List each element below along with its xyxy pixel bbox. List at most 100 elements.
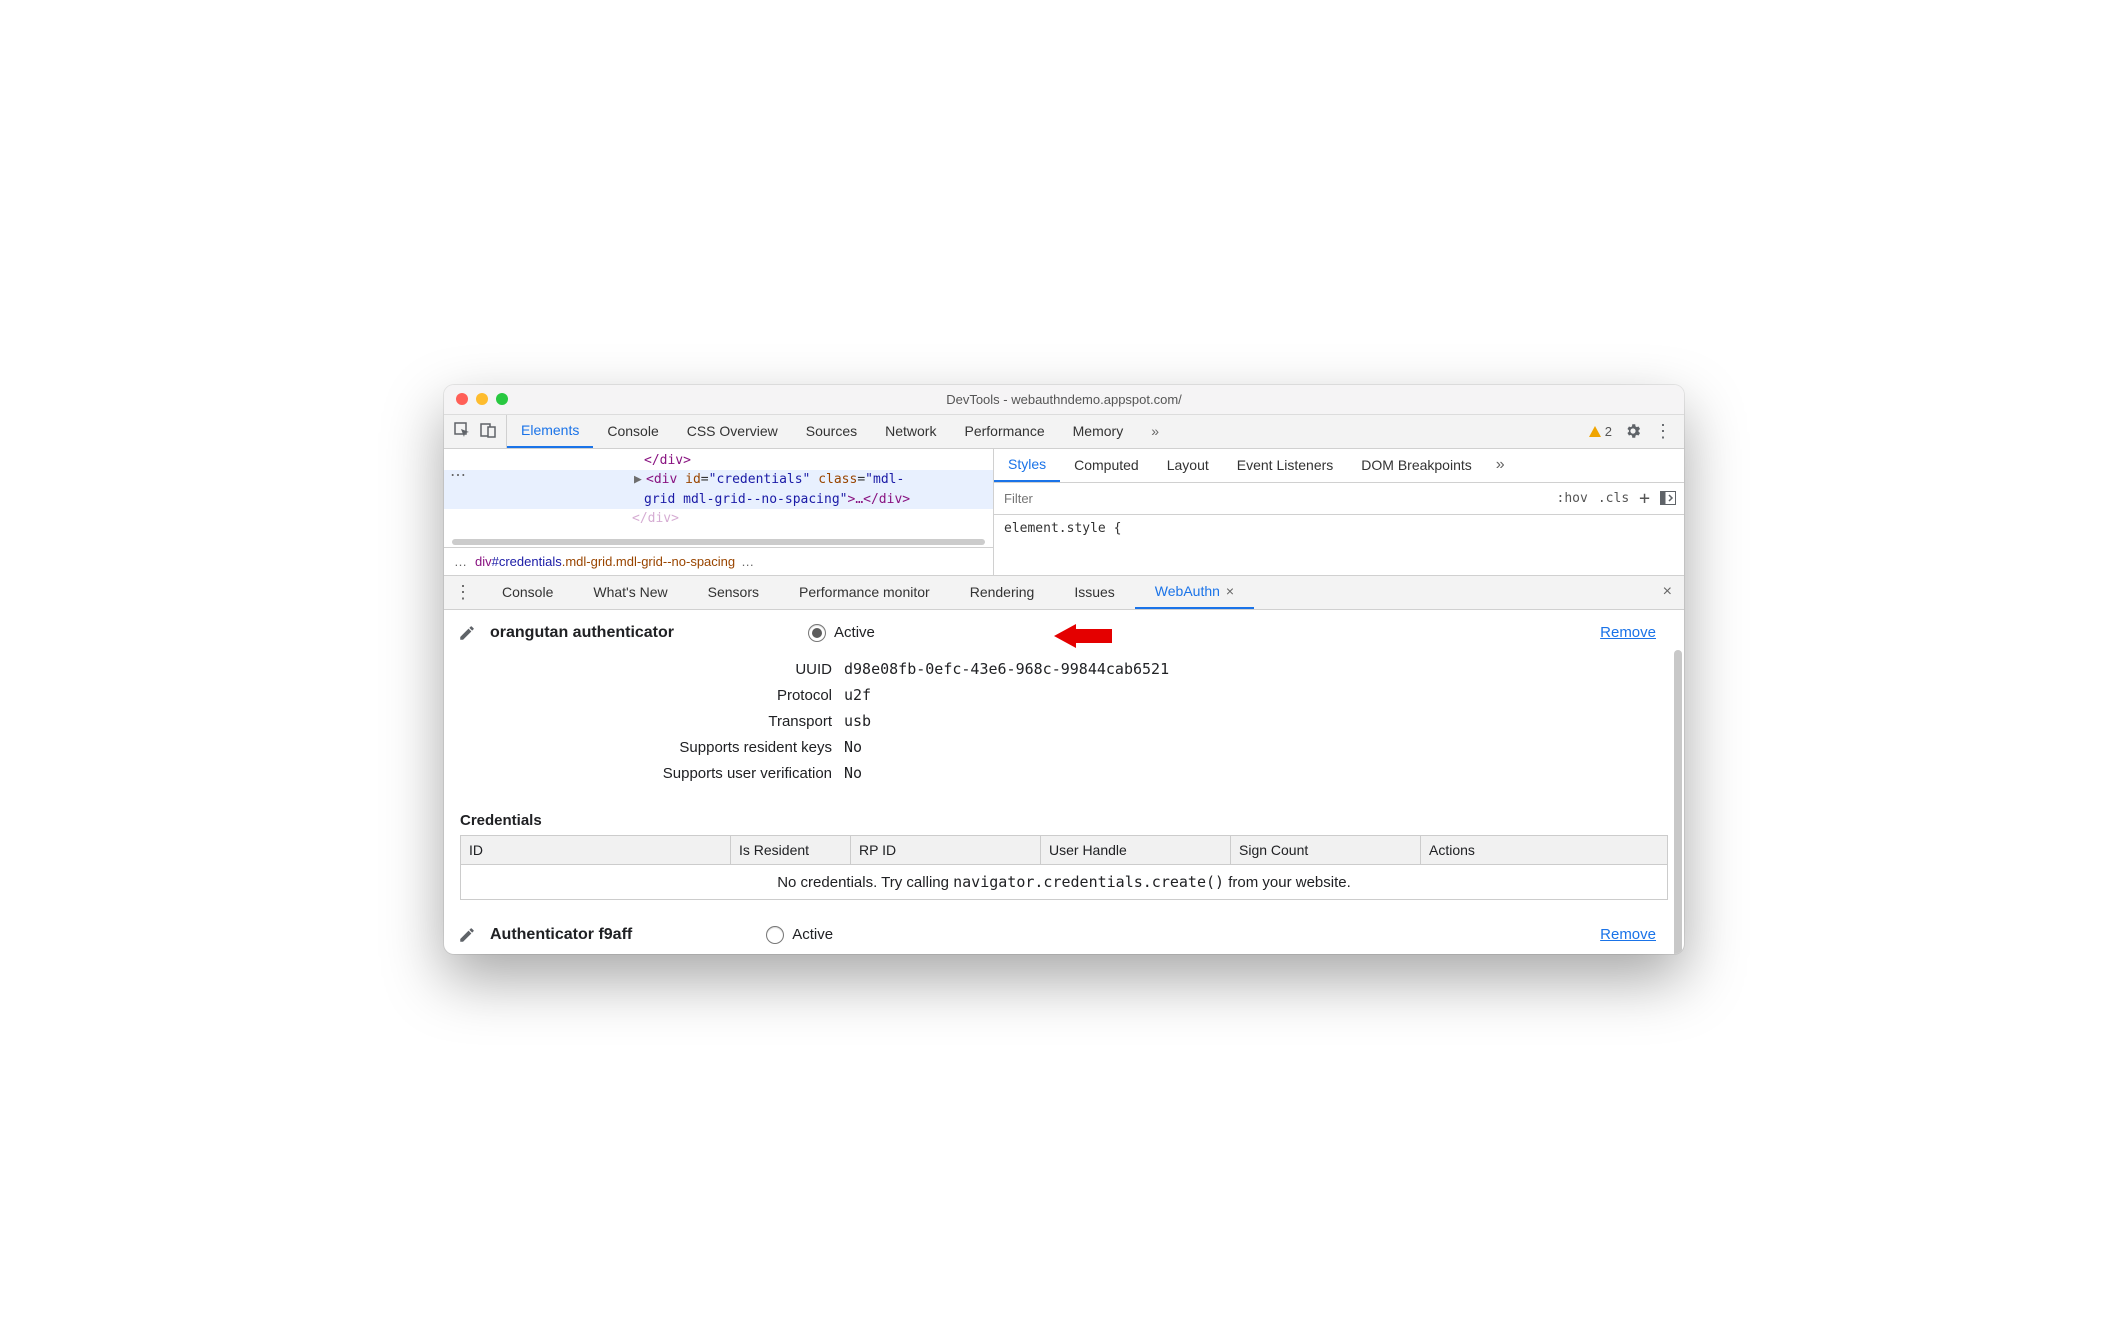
computed-sidebar-icon[interactable] bbox=[1660, 491, 1676, 505]
tab-css-overview[interactable]: CSS Overview bbox=[673, 415, 792, 448]
styles-tab-event-listeners[interactable]: Event Listeners bbox=[1223, 449, 1348, 482]
warning-count: 2 bbox=[1605, 424, 1612, 439]
active-radio[interactable] bbox=[766, 926, 784, 944]
close-drawer-icon[interactable]: × bbox=[1663, 583, 1672, 601]
toolbar-right-controls: 2 ⋮ bbox=[1577, 415, 1684, 448]
credentials-empty-state: No credentials. Try calling navigator.cr… bbox=[461, 865, 1667, 899]
prop-row-resident-keys: Supports resident keys No bbox=[444, 734, 1684, 760]
styles-tab-layout[interactable]: Layout bbox=[1153, 449, 1223, 482]
styles-panel: Styles Computed Layout Event Listeners D… bbox=[994, 449, 1684, 575]
drawer-tabstrip: ⋮ Console What's New Sensors Performance… bbox=[444, 576, 1684, 610]
panels-row: ⋯ </div> ▶<div id="credentials" class="m… bbox=[444, 449, 1684, 576]
styles-filter-row: :hov .cls + bbox=[994, 483, 1684, 515]
drawer-tab-performance-monitor[interactable]: Performance monitor bbox=[779, 576, 950, 609]
kebab-icon[interactable]: ⋮ bbox=[1654, 428, 1672, 434]
col-user-handle[interactable]: User Handle bbox=[1041, 836, 1231, 864]
collapse-icon[interactable]: ⋯ bbox=[450, 465, 468, 485]
drawer-tab-whatsnew[interactable]: What's New bbox=[573, 576, 687, 609]
drawer-tabs: Console What's New Sensors Performance m… bbox=[482, 576, 1254, 609]
tab-performance[interactable]: Performance bbox=[950, 415, 1058, 448]
cls-toggle[interactable]: .cls bbox=[1598, 491, 1629, 506]
prop-value: No bbox=[844, 764, 862, 782]
drawer-tab-rendering[interactable]: Rendering bbox=[950, 576, 1055, 609]
drawer-tab-console[interactable]: Console bbox=[482, 576, 573, 609]
toolbar-left-controls bbox=[444, 415, 507, 448]
prop-row-protocol: Protocol u2f bbox=[444, 682, 1684, 708]
vertical-scrollbar[interactable] bbox=[1674, 650, 1682, 944]
window-title: DevTools - webauthndemo.appspot.com/ bbox=[444, 392, 1684, 407]
webauthn-panel: orangutan authenticator Active Remove UU… bbox=[444, 610, 1684, 954]
annotation-arrow-icon bbox=[1052, 616, 1106, 656]
more-tabs-icon[interactable]: » bbox=[1137, 415, 1173, 448]
tab-network[interactable]: Network bbox=[871, 415, 950, 448]
dom-line: </div> bbox=[644, 453, 691, 468]
more-tabs-icon[interactable]: » bbox=[1486, 456, 1515, 474]
active-radio[interactable] bbox=[808, 624, 826, 642]
col-sign-count[interactable]: Sign Count bbox=[1231, 836, 1421, 864]
pencil-icon[interactable] bbox=[458, 624, 476, 642]
drawer-tab-webauthn-label: WebAuthn bbox=[1155, 583, 1220, 599]
prop-label: UUID bbox=[444, 661, 844, 678]
new-style-rule-icon[interactable]: + bbox=[1639, 488, 1650, 509]
prop-label: Supports resident keys bbox=[444, 739, 844, 756]
col-id[interactable]: ID bbox=[461, 836, 731, 864]
devtools-window: DevTools - webauthndemo.appspot.com/ Ele… bbox=[444, 385, 1684, 954]
prop-value: d98e08fb-0efc-43e6-968c-99844cab6521 bbox=[844, 660, 1169, 678]
credentials-table-header: ID Is Resident RP ID User Handle Sign Co… bbox=[461, 836, 1667, 865]
breadcrumb-ellipsis-end[interactable]: … bbox=[741, 554, 756, 569]
credentials-heading: Credentials bbox=[444, 804, 1684, 835]
elements-panel: ⋯ </div> ▶<div id="credentials" class="m… bbox=[444, 449, 994, 575]
col-rp-id[interactable]: RP ID bbox=[851, 836, 1041, 864]
authenticator-name: Authenticator f9aff bbox=[490, 926, 632, 944]
prop-value: No bbox=[844, 738, 862, 756]
tab-console[interactable]: Console bbox=[593, 415, 672, 448]
tab-memory[interactable]: Memory bbox=[1059, 415, 1138, 448]
prop-label: Protocol bbox=[444, 687, 844, 704]
active-label: Active bbox=[792, 926, 833, 943]
tab-sources[interactable]: Sources bbox=[792, 415, 871, 448]
breadcrumb[interactable]: … div#credentials.mdl-grid.mdl-grid--no-… bbox=[444, 547, 993, 575]
col-actions[interactable]: Actions bbox=[1421, 836, 1667, 864]
prop-label: Transport bbox=[444, 713, 844, 730]
styles-tab-styles[interactable]: Styles bbox=[994, 449, 1060, 482]
close-tab-icon[interactable]: × bbox=[1226, 583, 1234, 599]
style-rule[interactable]: element.style { bbox=[994, 515, 1684, 542]
prop-value: usb bbox=[844, 712, 871, 730]
dom-tree[interactable]: </div> ▶<div id="credentials" class="mdl… bbox=[444, 449, 993, 537]
dom-line-faded: </div> bbox=[632, 511, 679, 526]
authenticator-name: orangutan authenticator bbox=[490, 624, 674, 642]
drawer-tab-webauthn[interactable]: WebAuthn × bbox=[1135, 576, 1254, 609]
gear-icon[interactable] bbox=[1624, 422, 1642, 440]
prop-value: u2f bbox=[844, 686, 871, 704]
styles-tab-dom-breakpoints[interactable]: DOM Breakpoints bbox=[1347, 449, 1485, 482]
drawer-tab-sensors[interactable]: Sensors bbox=[688, 576, 779, 609]
drawer-kebab-icon[interactable]: ⋮ bbox=[444, 582, 482, 603]
mac-titlebar: DevTools - webauthndemo.appspot.com/ bbox=[444, 385, 1684, 415]
col-is-resident[interactable]: Is Resident bbox=[731, 836, 851, 864]
breadcrumb-ellipsis[interactable]: … bbox=[454, 554, 469, 569]
pencil-icon[interactable] bbox=[458, 926, 476, 944]
inspect-icon[interactable] bbox=[454, 422, 470, 441]
styles-filter-input[interactable] bbox=[994, 491, 1549, 506]
warnings-badge[interactable]: 2 bbox=[1589, 424, 1612, 439]
styles-tabs: Styles Computed Layout Event Listeners D… bbox=[994, 449, 1684, 483]
device-toggle-icon[interactable] bbox=[480, 422, 496, 441]
remove-link[interactable]: Remove bbox=[1600, 624, 1656, 641]
styles-tab-computed[interactable]: Computed bbox=[1060, 449, 1153, 482]
prop-label: Supports user verification bbox=[444, 765, 844, 782]
scrollbar-thumb[interactable] bbox=[1674, 650, 1682, 954]
remove-link[interactable]: Remove bbox=[1600, 926, 1656, 943]
drawer-tab-issues[interactable]: Issues bbox=[1054, 576, 1134, 609]
credentials-table: ID Is Resident RP ID User Handle Sign Co… bbox=[460, 835, 1668, 900]
prop-row-transport: Transport usb bbox=[444, 708, 1684, 734]
styles-filter-tools: :hov .cls + bbox=[1549, 488, 1684, 509]
horizontal-scrollbar[interactable] bbox=[452, 539, 985, 545]
expand-arrow-icon[interactable]: ▶ bbox=[634, 470, 646, 490]
authenticator-row: Authenticator f9aff Active Remove bbox=[444, 908, 1684, 954]
active-label: Active bbox=[834, 624, 875, 641]
authenticator-properties: UUID d98e08fb-0efc-43e6-968c-99844cab652… bbox=[444, 652, 1684, 804]
hov-toggle[interactable]: :hov bbox=[1557, 491, 1588, 506]
prop-row-uuid: UUID d98e08fb-0efc-43e6-968c-99844cab652… bbox=[444, 656, 1684, 682]
warning-icon bbox=[1589, 426, 1601, 437]
tab-elements[interactable]: Elements bbox=[507, 415, 593, 448]
